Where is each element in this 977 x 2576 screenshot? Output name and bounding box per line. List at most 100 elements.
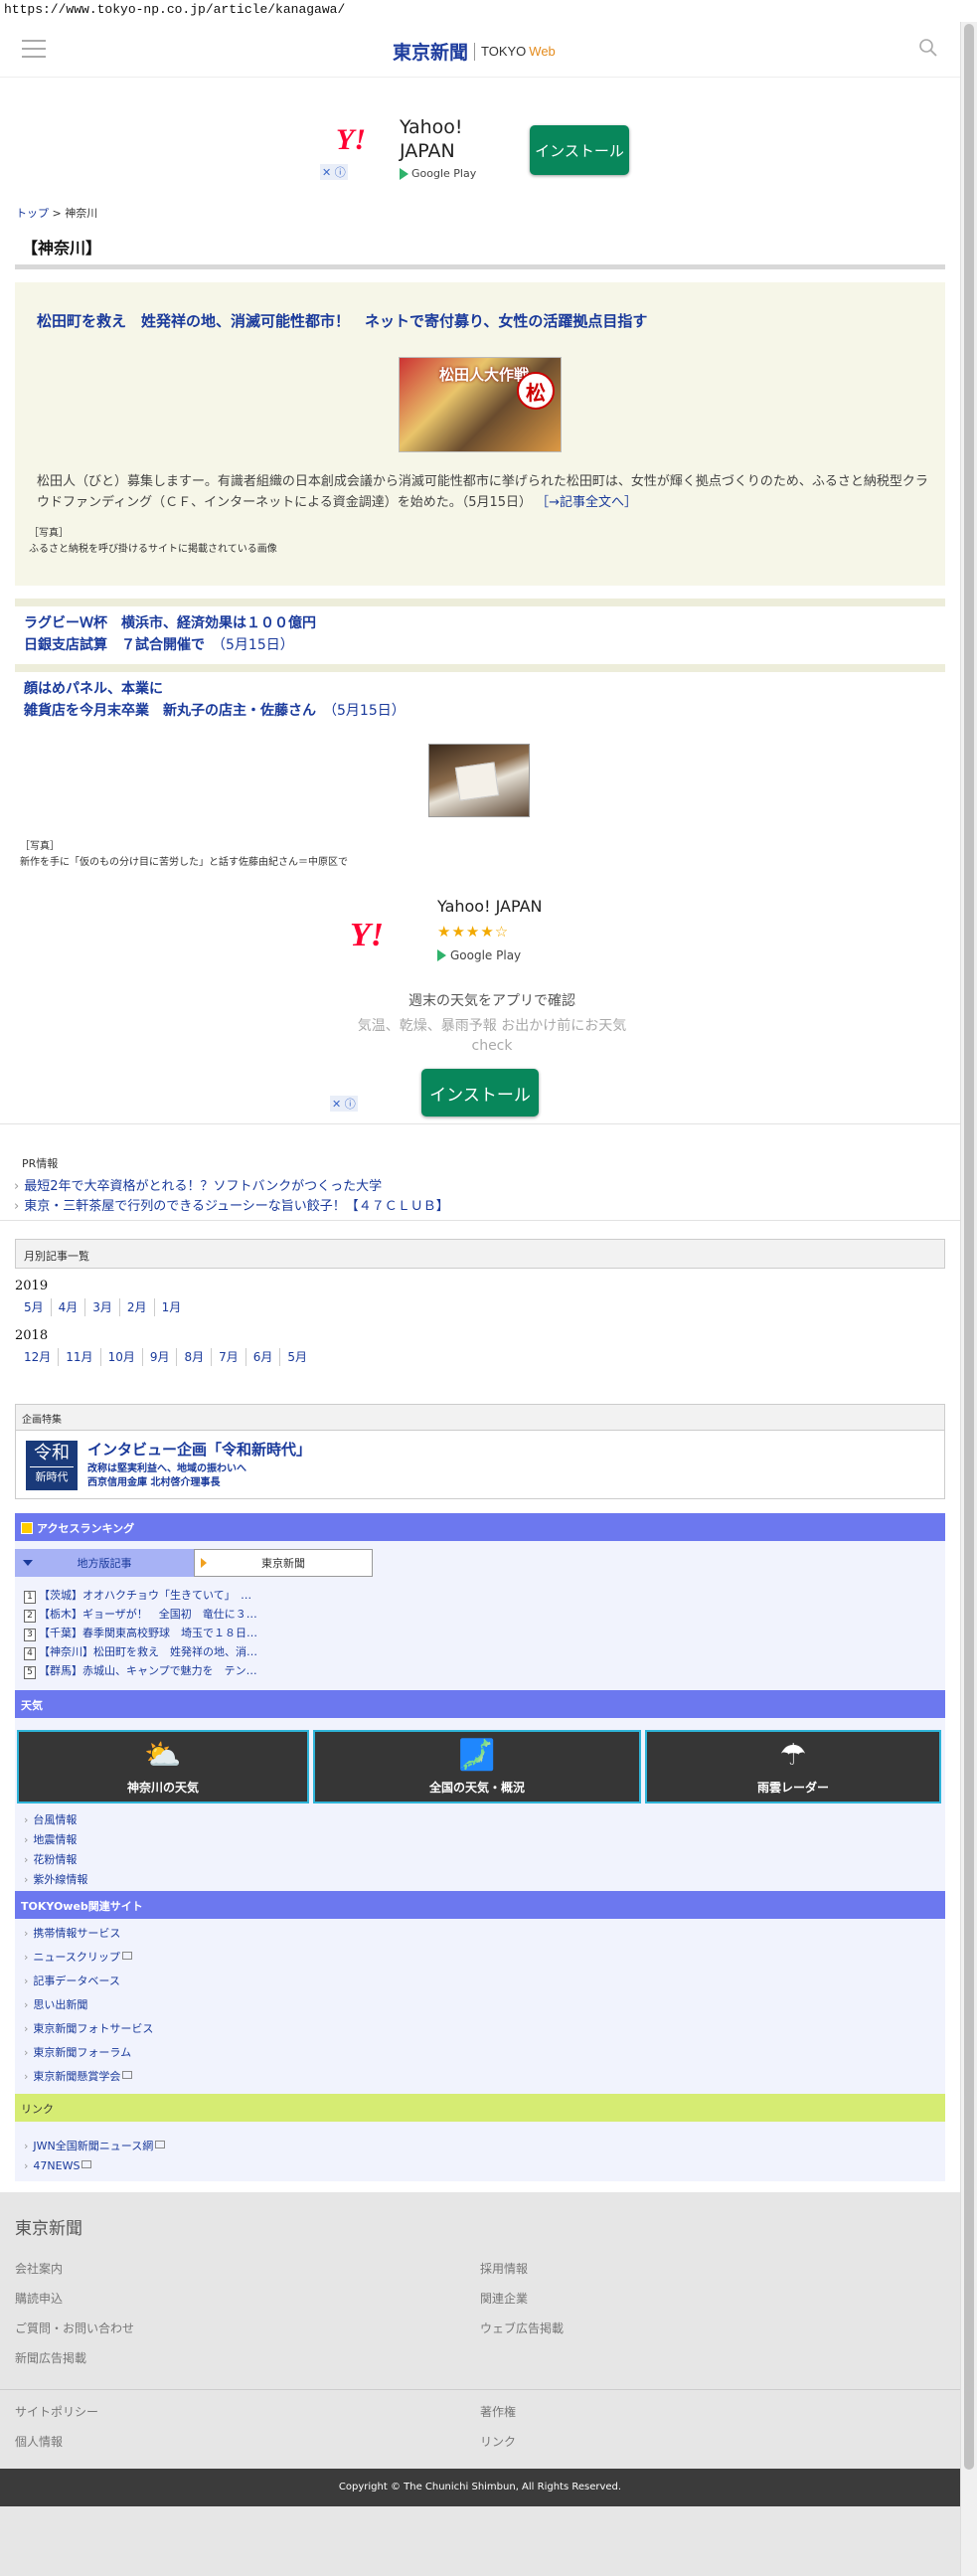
related-link[interactable]: 東京新聞フォーラム: [24, 2044, 131, 2060]
footer-link[interactable]: 関連企業: [480, 2290, 528, 2307]
chevron-right-icon: [201, 1558, 207, 1568]
feature-image[interactable]: 松田人大作戦 松: [399, 357, 562, 452]
footer-link[interactable]: ご質問・お問い合わせ: [15, 2319, 134, 2336]
ranking-icon: [21, 1522, 33, 1534]
external-link-icon: [122, 2071, 133, 2079]
install-button[interactable]: インストール: [421, 1069, 539, 1116]
footer-link[interactable]: 個人情報: [15, 2433, 63, 2450]
archive-month-link[interactable]: 1月: [153, 1298, 189, 1316]
footer-link[interactable]: リンク: [480, 2433, 516, 2450]
ranking-item[interactable]: 2 【栃木】ギョーザが！ 全国初 竜仕に３…: [24, 1606, 257, 1623]
google-play-badge: Google Play: [437, 948, 521, 962]
scrollbar-thumb[interactable]: [964, 24, 974, 2470]
ad-banner-top[interactable]: Y! Yahoo! JAPAN Google Play インストール: [328, 99, 656, 209]
related-link[interactable]: ニュースクリップ: [24, 1949, 132, 1965]
links-header: リンク: [15, 2094, 945, 2122]
archive-month-link[interactable]: 8月: [176, 1348, 211, 1366]
site-logo[interactable]: 東京新聞 TOKYO Web: [393, 38, 556, 65]
external-link-icon: [155, 2141, 166, 2148]
archive-month-link[interactable]: 2月: [118, 1298, 154, 1316]
logo-web: Web: [529, 44, 556, 59]
archive-month-link[interactable]: 6月: [244, 1348, 280, 1366]
archive-months: 12月 11月 10月 9月 8月 7月 6月 5月: [18, 1348, 314, 1366]
footer-link[interactable]: 会社案内: [15, 2260, 63, 2277]
archive-month-link[interactable]: 11月: [58, 1348, 99, 1366]
related-link[interactable]: 東京新聞懸賞学会: [24, 2068, 133, 2084]
news-item[interactable]: ラグビーＷ杯 横浜市、経済効果は１００億円 日銀支店試算 ７試合開催で （5月1…: [24, 612, 316, 656]
weather-tile-national[interactable]: 🗾 全国の天気・概況: [313, 1730, 641, 1803]
ad-close-icon[interactable]: ✕ ⓘ: [320, 164, 348, 180]
footer-link[interactable]: 新聞広告掲載: [15, 2349, 86, 2366]
read-more-link[interactable]: ［→記事全文へ］: [536, 495, 637, 510]
archive-month-link[interactable]: 5月: [18, 1298, 51, 1316]
feature-article: 松田町を救え 姓発祥の地、消滅可能性都市！ ネットで寄付募り、女性の活躍拠点目指…: [15, 282, 945, 586]
related-link[interactable]: 携帯情報サービス: [24, 1925, 120, 1941]
weather-link[interactable]: 紫外線情報: [24, 1871, 87, 1887]
archive-month-link[interactable]: 4月: [50, 1298, 85, 1316]
special-feature-title[interactable]: インタビュー企画「令和新時代」: [87, 1439, 311, 1460]
archive-month-link[interactable]: 10月: [99, 1348, 142, 1366]
scrollbar[interactable]: [960, 22, 977, 2576]
weather-tile-kanagawa[interactable]: ⛅ 神奈川の天気: [17, 1730, 309, 1803]
pr-link[interactable]: 東京・三軒茶屋で行列のできるジューシーな旨い餃子！【４７ＣＬＵＢ】: [14, 1195, 449, 1214]
search-icon[interactable]: [918, 38, 938, 58]
ranking-item[interactable]: 5 【群馬】赤城山、キャンプで魅力を テン…: [24, 1662, 257, 1679]
weather-link[interactable]: 台風情報: [24, 1811, 77, 1827]
external-link[interactable]: JWN全国新聞ニュース網: [24, 2138, 166, 2153]
ranking-item[interactable]: 3 【千葉】春季関東高校野球 埼玉で１８日…: [24, 1625, 257, 1641]
logo-tokyo: TOKYO: [481, 44, 527, 59]
ranking-item[interactable]: 1 【茨城】オオハクチョウ「生きていて」 …: [24, 1587, 251, 1604]
weather-link[interactable]: 地震情報: [24, 1831, 77, 1847]
weather-tile-radar[interactable]: ☂ 雨雲レーダー: [645, 1730, 941, 1803]
special-feature-header: 企画特集: [16, 1405, 944, 1431]
breadcrumb-home[interactable]: トップ: [16, 207, 49, 220]
special-feature-box: 企画特集 令和 新時代 インタビュー企画「令和新時代」 改称は堅実利益へ、地域の…: [15, 1404, 945, 1499]
archive-month-link[interactable]: 7月: [211, 1348, 245, 1366]
rating-stars: ★★★★☆: [437, 923, 510, 941]
address-bar[interactable]: https://www.tokyo-np.co.jp/article/kanag…: [0, 0, 977, 22]
ad-banner-mid[interactable]: Y! Yahoo! JAPAN ★★★★☆ Google Play 週末の天気を…: [328, 887, 656, 1135]
pr-link[interactable]: 最短2年で大卒資格がとれる！？ソフトバンクがつくった大学: [14, 1175, 382, 1194]
feature-body: 松田人（びと）募集しますー。有識者組織の日本創成会議から消滅可能性都市に挙げられ…: [37, 474, 928, 510]
archive-month-link[interactable]: 9月: [141, 1348, 177, 1366]
tab-local-articles[interactable]: 地方版記事: [15, 1549, 194, 1577]
divider: [0, 1220, 960, 1221]
tab-tokyo-shimbun[interactable]: 東京新聞: [194, 1549, 373, 1577]
archive-month-link[interactable]: 3月: [84, 1298, 119, 1316]
ad-close-icon[interactable]: ✕ ⓘ: [330, 1096, 358, 1112]
install-button[interactable]: インストール: [530, 125, 629, 175]
chevron-down-icon: [23, 1560, 33, 1566]
news-image[interactable]: [428, 744, 530, 817]
reiwa-badge[interactable]: 令和 新時代: [26, 1441, 78, 1490]
weather-link[interactable]: 花粉情報: [24, 1851, 77, 1867]
news-caption: ［写真］ 新作を手に「仮のもの分け目に苦労した」と話す佐藤由紀さん＝中原区で: [20, 841, 348, 868]
footer-link[interactable]: 著作権: [480, 2403, 516, 2420]
related-panel: [15, 1919, 945, 2094]
footer-link[interactable]: サイトポリシー: [15, 2403, 98, 2420]
ad-text: 週末の天気をアプリで確認: [408, 993, 575, 1009]
menu-icon[interactable]: [22, 40, 46, 58]
ad-subtext: 気温、乾燥、暴雨予報 お出かけ前にお天気check: [357, 1018, 627, 1054]
archive-year: 2018: [15, 1328, 49, 1343]
page: 東京新聞 TOKYO Web Y! Yahoo! JAPAN Google Pl…: [0, 22, 960, 2576]
breadcrumb: トップ > 神奈川: [16, 207, 98, 220]
news-item[interactable]: 顔はめパネル、本業に 雑貨店を今月末卒業 新丸子の店主・佐藤さん （5月15日）: [24, 678, 406, 722]
related-link[interactable]: 思い出新聞: [24, 1996, 87, 2012]
yahoo-logo-icon: Y!: [350, 917, 384, 953]
footer-link[interactable]: 採用情報: [480, 2260, 528, 2277]
divider: [15, 664, 945, 672]
footer-link[interactable]: 購読申込: [15, 2290, 63, 2307]
google-play-icon: [400, 167, 408, 180]
related-link[interactable]: 記事データベース: [24, 1973, 119, 1988]
divider: [0, 2389, 960, 2390]
archive-month-link[interactable]: 5月: [279, 1348, 314, 1366]
related-link[interactable]: 東京新聞フォトサービス: [24, 2020, 153, 2036]
archive-month-link[interactable]: 12月: [18, 1348, 58, 1366]
external-link[interactable]: 47NEWS: [24, 2159, 92, 2172]
footer-logo[interactable]: 東京新聞: [15, 2214, 82, 2239]
footer-link[interactable]: ウェブ広告掲載: [480, 2319, 564, 2336]
monthly-archive-header: 月別記事一覧: [15, 1239, 945, 1269]
feature-headline[interactable]: 松田町を救え 姓発祥の地、消滅可能性都市！ ネットで寄付募り、女性の活躍拠点目指…: [37, 310, 647, 331]
ranking-header: アクセスランキング: [15, 1513, 945, 1541]
ranking-item[interactable]: 4 【神奈川】松田町を救え 姓発祥の地、消…: [24, 1643, 257, 1660]
